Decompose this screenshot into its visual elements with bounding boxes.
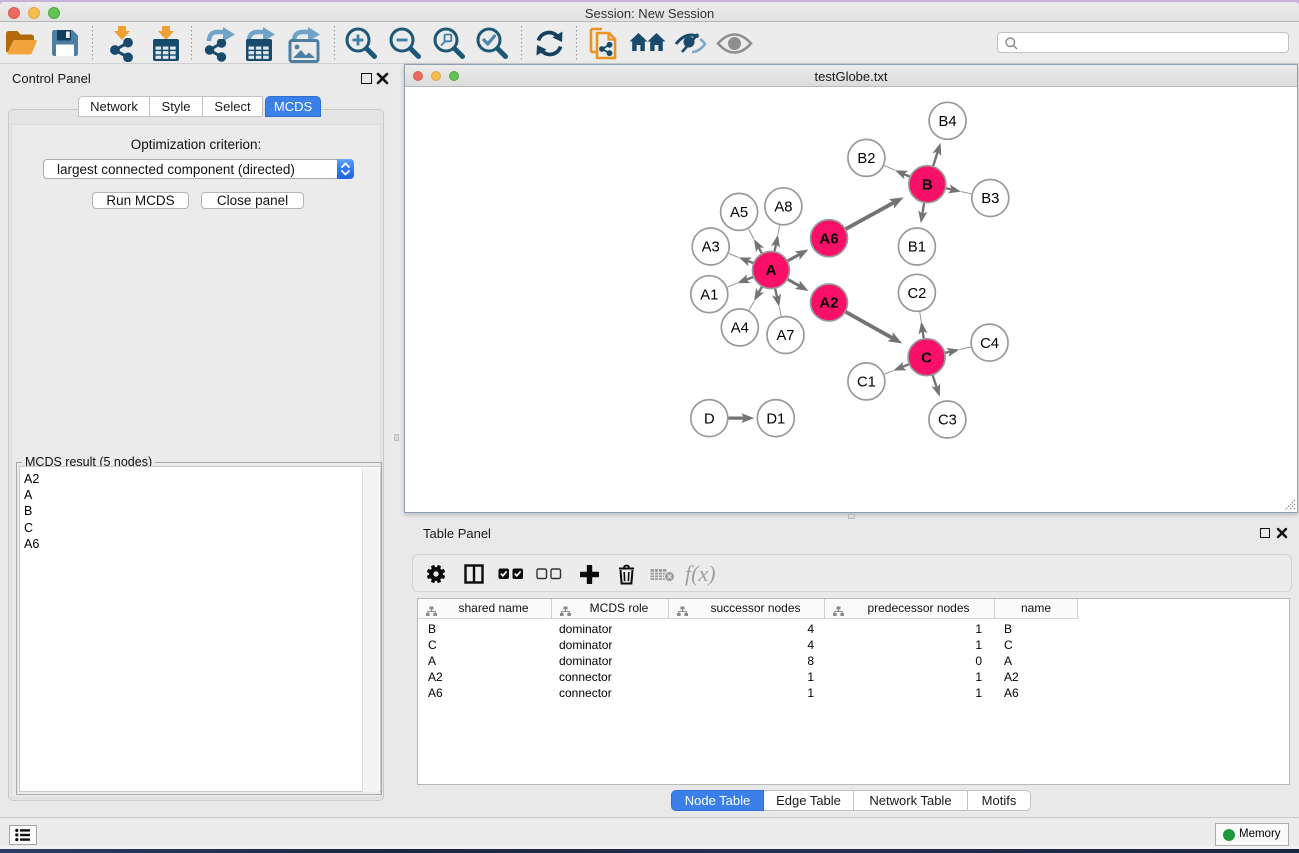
svg-text:D: D (704, 411, 715, 427)
svg-text:B3: B3 (981, 191, 999, 207)
svg-text:D1: D1 (766, 411, 785, 427)
svg-text:C4: C4 (980, 336, 999, 352)
svg-text:A5: A5 (730, 205, 748, 221)
svg-text:A7: A7 (776, 328, 794, 344)
svg-text:A6: A6 (819, 230, 838, 247)
svg-text:A1: A1 (700, 287, 718, 303)
svg-text:C: C (921, 349, 932, 366)
svg-text:C3: C3 (938, 413, 957, 429)
svg-text:B4: B4 (939, 114, 957, 130)
svg-text:C2: C2 (907, 286, 926, 302)
svg-text:A8: A8 (774, 200, 792, 216)
svg-text:A: A (766, 262, 777, 279)
svg-text:A2: A2 (819, 295, 838, 312)
svg-text:A3: A3 (702, 240, 720, 256)
svg-text:B1: B1 (908, 240, 926, 256)
svg-text:C1: C1 (857, 375, 876, 391)
svg-text:B: B (922, 176, 933, 193)
svg-text:B2: B2 (857, 151, 875, 167)
svg-text:A4: A4 (731, 321, 749, 337)
